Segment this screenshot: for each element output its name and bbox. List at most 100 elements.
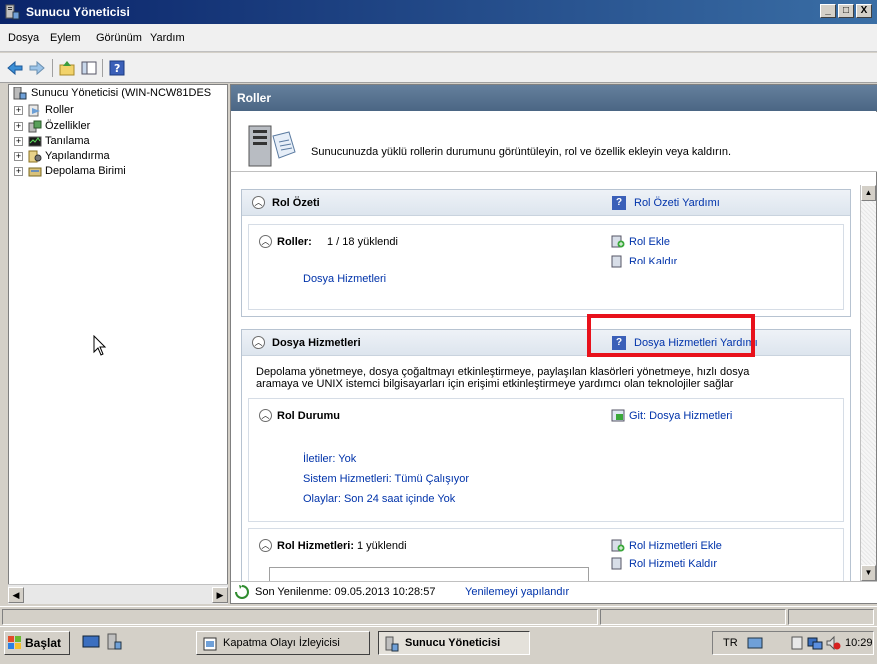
- role-services-subsection: ︿ Rol Hizmetleri: 1 yüklendi Rol Hizmetl…: [248, 528, 844, 581]
- show-desktop-icon[interactable]: [82, 634, 100, 650]
- menu-bar: Dosya Eylem Görünüm Yardım: [0, 24, 877, 52]
- start-label: Başlat: [25, 636, 62, 650]
- menu-eylem[interactable]: Eylem: [50, 32, 81, 44]
- role-status-subsection: ︿ Rol Durumu Git: Dosya Hizmetleri İleti…: [248, 398, 844, 522]
- taskbar: Başlat Kapatma Olayı İzleyicisi Sunucu Y…: [0, 626, 877, 664]
- events-link[interactable]: Olaylar: Son 24 saat içinde Yok: [303, 493, 455, 505]
- roles-content: ︿ Rol Özeti ? Rol Özeti Yardımı ︿ Roller…: [231, 173, 862, 581]
- back-icon[interactable]: [6, 59, 24, 77]
- collapse-icon[interactable]: ︿: [259, 539, 272, 552]
- features-icon: [28, 120, 42, 133]
- expand-icon[interactable]: +: [14, 122, 23, 131]
- navigation-tree: Sunucu Yöneticisi (WIN-NCW81DES + Roller…: [8, 84, 228, 604]
- role-services-count: 1 yüklendi: [357, 540, 407, 552]
- role-status-title: Rol Durumu: [277, 410, 340, 422]
- configuration-icon: [28, 150, 42, 163]
- remove-role-icon: [611, 255, 622, 268]
- status-cell: [600, 609, 786, 625]
- start-button[interactable]: Başlat: [4, 631, 70, 655]
- remove-role-service-icon: [611, 557, 622, 570]
- scroll-right-icon[interactable]: ▶: [212, 587, 228, 603]
- tree-item-label: Tanılama: [45, 135, 90, 147]
- expand-icon[interactable]: +: [14, 152, 23, 161]
- server-manager-quicklaunch-icon[interactable]: [106, 633, 122, 651]
- windows-logo-icon: [8, 636, 21, 649]
- collapse-icon[interactable]: ︿: [259, 409, 272, 422]
- role-services-label: Rol Hizmetleri:: [277, 540, 355, 552]
- volume-muted-icon[interactable]: [825, 635, 841, 651]
- collapse-icon[interactable]: ︿: [252, 196, 265, 209]
- minimize-button[interactable]: _: [820, 4, 836, 18]
- expand-icon[interactable]: +: [14, 106, 23, 115]
- add-role-services-icon: [611, 539, 625, 552]
- tree-item-tanilama[interactable]: + Tanılama: [11, 135, 227, 149]
- task-label: Sunucu Yöneticisi: [405, 637, 501, 649]
- expand-icon[interactable]: +: [14, 137, 23, 146]
- language-indicator[interactable]: TR: [723, 637, 738, 649]
- configure-refresh-link[interactable]: Yenilemeyi yapılandır: [465, 586, 569, 598]
- goto-file-services-link[interactable]: Git: Dosya Hizmetleri: [629, 410, 732, 422]
- tree-item-roller[interactable]: + Roller: [11, 104, 227, 118]
- refresh-status: Son Yenilenme: 09.05.2013 10:28:57 Yenil…: [231, 581, 877, 603]
- event-tracker-icon: [203, 637, 217, 651]
- mouse-cursor-icon: [93, 335, 107, 356]
- close-button[interactable]: X: [856, 4, 872, 18]
- roles-pane: Roller Sunucunuzda yüklü rollerin durumu…: [230, 84, 877, 604]
- roles-icon: [28, 104, 40, 117]
- content-vertical-scrollbar[interactable]: ▲ ▼: [860, 185, 876, 581]
- toolbar: ?: [0, 53, 877, 83]
- role-item-link[interactable]: Dosya Hizmetleri: [303, 273, 386, 285]
- roles-intro: Sunucunuzda yüklü rollerin durumunu görü…: [231, 112, 877, 172]
- file-services-description: aramaya ve UNIX istemci bilgisayarları i…: [256, 378, 734, 390]
- taskbar-button-server-manager[interactable]: Sunucu Yöneticisi: [378, 631, 530, 655]
- tree-item-depolama[interactable]: + Depolama Birimi: [11, 165, 227, 179]
- file-services-section: ︿ Dosya Hizmetleri ? Dosya Hizmetleri Ya…: [241, 329, 851, 581]
- tree-horizontal-scrollbar[interactable]: ◀ ▶: [8, 584, 228, 604]
- server-roles-icon: [248, 125, 296, 167]
- tree-root[interactable]: Sunucu Yöneticisi (WIN-NCW81DES: [11, 87, 227, 101]
- section-title: Dosya Hizmetleri: [272, 337, 361, 349]
- server-manager-icon: [385, 636, 399, 652]
- collapse-icon[interactable]: ︿: [252, 336, 265, 349]
- pane-header: Roller: [231, 85, 877, 111]
- menu-gorunum[interactable]: Görünüm: [96, 32, 142, 44]
- system-tray: TR 10:29: [712, 631, 874, 655]
- file-services-description: Depolama yönetmeye, dosya çoğaltmayı etk…: [256, 366, 750, 378]
- status-bar: [0, 606, 877, 626]
- scroll-left-icon[interactable]: ◀: [8, 587, 24, 603]
- collapse-icon[interactable]: ︿: [259, 235, 272, 248]
- add-role-link[interactable]: Rol Ekle: [629, 236, 670, 248]
- tree-item-yapilandirma[interactable]: + Yapılandırma: [11, 150, 227, 164]
- maximize-button[interactable]: □: [838, 4, 854, 18]
- taskbar-button-event-tracker[interactable]: Kapatma Olayı İzleyicisi: [196, 631, 370, 655]
- messages-link[interactable]: İletiler: Yok: [303, 453, 356, 465]
- system-services-link[interactable]: Sistem Hizmetleri: Tümü Çalışıyor: [303, 473, 469, 485]
- remove-role-link[interactable]: Rol Kaldır: [629, 256, 677, 264]
- role-summary-help-link[interactable]: Rol Özeti Yardımı: [634, 197, 720, 209]
- task-label: Kapatma Olayı İzleyicisi: [223, 637, 340, 649]
- roles-subsection: ︿ Roller: 1 / 18 yüklendi Dosya Hizmetle…: [248, 224, 844, 310]
- forward-icon[interactable]: [28, 59, 46, 77]
- remove-role-service-link[interactable]: Rol Hizmeti Kaldır: [629, 558, 717, 570]
- last-refresh-text: Son Yenilenme: 09.05.2013 10:28:57: [255, 586, 436, 598]
- menu-dosya[interactable]: Dosya: [8, 32, 39, 44]
- status-cell: [2, 609, 598, 625]
- tree-item-ozellikler[interactable]: + Özellikler: [11, 120, 227, 134]
- scroll-down-icon[interactable]: ▼: [861, 565, 876, 581]
- scroll-up-icon[interactable]: ▲: [861, 185, 876, 201]
- menu-yardim[interactable]: Yardım: [150, 32, 185, 44]
- expand-icon[interactable]: +: [14, 167, 23, 176]
- keyboard-icon[interactable]: [747, 635, 763, 651]
- up-folder-icon[interactable]: [58, 59, 76, 77]
- add-role-services-link[interactable]: Rol Hizmetleri Ekle: [629, 540, 722, 552]
- network-icon[interactable]: [807, 635, 823, 651]
- server-manager-icon: [5, 4, 20, 20]
- clock: 10:29: [845, 637, 873, 649]
- roles-count: 1 / 18 yüklendi: [327, 236, 398, 248]
- storage-icon: [28, 167, 42, 177]
- help-icon[interactable]: ?: [108, 59, 126, 77]
- clipboard-tray-icon[interactable]: [789, 635, 805, 651]
- tree-item-label: Depolama Birimi: [45, 165, 126, 177]
- show-hide-tree-icon[interactable]: [80, 59, 98, 77]
- tree-root-label: Sunucu Yöneticisi (WIN-NCW81DES: [31, 87, 212, 99]
